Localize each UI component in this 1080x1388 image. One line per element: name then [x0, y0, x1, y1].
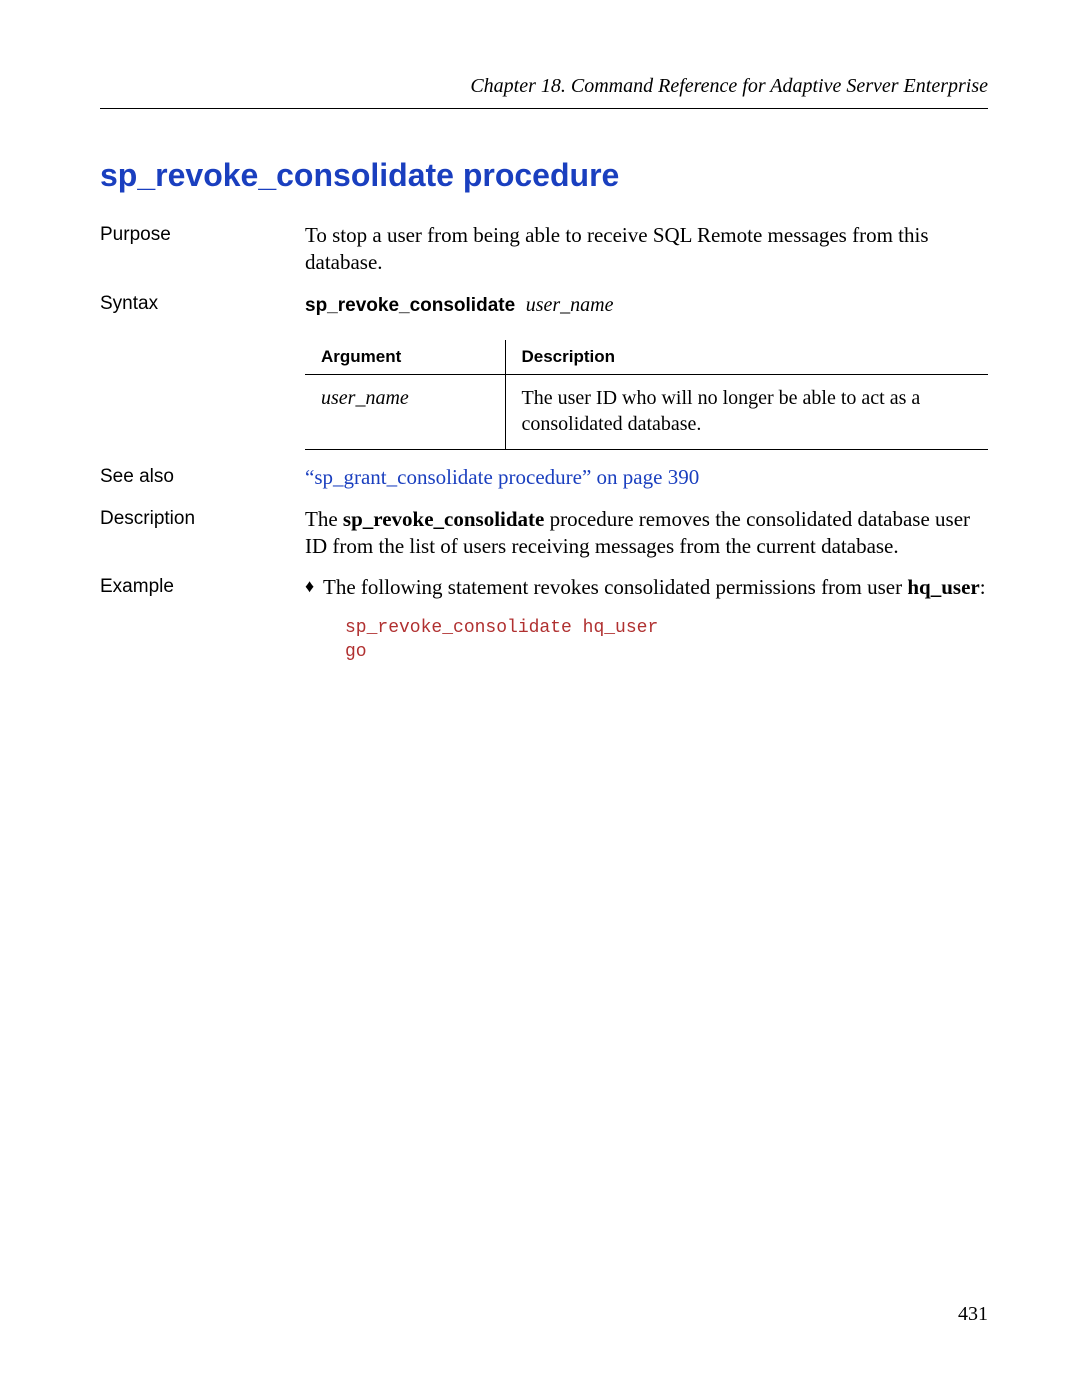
example-bold: hq_user — [907, 575, 979, 599]
see-also-link[interactable]: “sp_grant_consolidate procedure” on page… — [305, 465, 699, 489]
label-see-also: See also — [100, 464, 305, 488]
syntax-arg: user_name — [526, 294, 614, 316]
label-purpose: Purpose — [100, 222, 305, 246]
text-purpose: To stop a user from being able to receiv… — [305, 222, 988, 277]
label-description: Description — [100, 506, 305, 530]
section-example: Example ♦ The following statement revoke… — [100, 574, 988, 664]
table-row: user_name The user ID who will no longer… — [305, 375, 988, 450]
section-syntax: Syntax sp_revoke_consolidate user_name A… — [100, 291, 988, 451]
code-block: sp_revoke_consolidate hq_user go — [345, 616, 988, 665]
section-description: Description The sp_revoke_consolidate pr… — [100, 506, 988, 561]
table-cell-desc: The user ID who will no longer be able t… — [505, 375, 988, 450]
chapter-header: Chapter 18. Command Reference for Adapti… — [100, 75, 988, 98]
bullet-icon: ♦ — [305, 574, 323, 599]
section-purpose: Purpose To stop a user from being able t… — [100, 222, 988, 277]
table-header-argument: Argument — [305, 340, 505, 375]
label-syntax: Syntax — [100, 291, 305, 315]
page-number: 431 — [958, 1303, 988, 1326]
table-header-description: Description — [505, 340, 988, 375]
syntax-command: sp_revoke_consolidate — [305, 295, 515, 316]
table-cell-arg: user_name — [305, 375, 505, 450]
label-example: Example — [100, 574, 305, 598]
header-rule — [100, 108, 988, 109]
section-see-also: See also “sp_grant_consolidate procedure… — [100, 464, 988, 491]
text-description: The sp_revoke_consolidate procedure remo… — [305, 506, 988, 561]
example-text: The following statement revokes consolid… — [323, 574, 988, 601]
argument-table: Argument Description user_name The user … — [305, 340, 988, 450]
description-bold: sp_revoke_consolidate — [343, 507, 544, 531]
page-title: sp_revoke_consolidate procedure — [100, 157, 988, 194]
